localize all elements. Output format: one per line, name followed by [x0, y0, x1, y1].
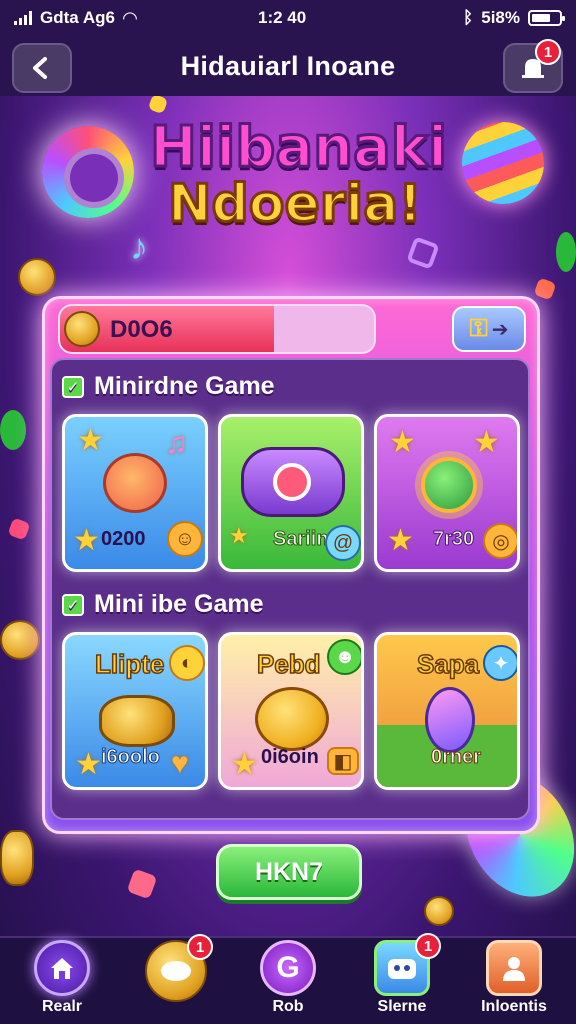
- leaf-decoration: [556, 232, 576, 272]
- gem-decoration: [406, 236, 440, 270]
- ball-icon: ◐: [169, 645, 205, 681]
- notification-badge: 1: [535, 39, 561, 65]
- star-icon: ★: [387, 524, 414, 557]
- gold-coin-character: [99, 695, 175, 747]
- leaf-decoration: [0, 410, 26, 450]
- monster-character: [103, 453, 167, 513]
- gamepad-face: [273, 463, 311, 501]
- gem-decoration: [147, 93, 169, 115]
- nav-label: Rob: [272, 998, 304, 1015]
- egg-character: [425, 687, 475, 753]
- page-title: Hidauiarl Inoane: [180, 50, 396, 81]
- green-face-icon: ☻: [327, 639, 361, 675]
- game-tile-controller[interactable]: ★ Sariin @: [218, 414, 364, 572]
- tool-icon: ✦: [483, 645, 517, 681]
- section-title: ✓ Mini ibe Game: [62, 590, 263, 619]
- music-note-icon: ♪: [130, 226, 148, 267]
- tile-value: 0rner: [430, 746, 482, 769]
- robot-icon: 1: [374, 933, 441, 996]
- nav-item-profile[interactable]: Inloentis: [474, 940, 554, 1022]
- section-title: ✓ Minirdne Game: [62, 372, 275, 401]
- swirl-icon: @: [325, 525, 361, 561]
- nav-item-coins[interactable]: 1: [136, 934, 216, 1022]
- bluetooth-icon: ᛒ: [463, 8, 474, 27]
- nav-label: Slerne: [377, 998, 427, 1015]
- game-tile-pebd[interactable]: Pebd ☻ ★ 0i6oin ◧: [218, 632, 364, 790]
- tile-value: Sariin: [273, 528, 330, 551]
- star-icon: ★: [77, 424, 104, 457]
- nav-badge: 1: [187, 934, 213, 960]
- game-tile-monster[interactable]: ★ ♫ ★ 0200 ☺: [62, 414, 208, 572]
- star-icon: ★: [231, 748, 258, 781]
- smiley-character: [255, 687, 329, 751]
- tile-value: 0i6oin: [261, 746, 319, 768]
- progress-bar: [58, 304, 376, 354]
- heart-icon: ♥: [171, 747, 189, 780]
- smiley-icon: ☺: [167, 521, 203, 557]
- home-icon: [34, 940, 90, 996]
- back-arrow-icon: [33, 57, 47, 79]
- signal-icon: [14, 11, 32, 25]
- coin-decoration: [0, 620, 40, 660]
- star-icon: ★: [389, 426, 416, 459]
- clock: 1:2 40: [258, 8, 307, 27]
- sun-character: [421, 457, 477, 513]
- coin-decoration: [424, 896, 454, 926]
- game-tile-llipte[interactable]: Llipte ◐ ★ ♥ i6oolo: [62, 632, 208, 790]
- arrow-right-icon: ➔: [491, 318, 509, 341]
- nav-label: Inloentis: [481, 998, 547, 1015]
- music-note-icon: ♫: [165, 427, 188, 460]
- tile-value: i6oolo: [101, 746, 161, 769]
- gem-decoration: [533, 277, 557, 301]
- play-button[interactable]: HKN7: [216, 844, 362, 900]
- nav-label: Realr: [41, 998, 83, 1015]
- nav-item-home[interactable]: Realr: [22, 940, 102, 1022]
- wifi-icon: ◠: [122, 7, 137, 28]
- nav-item-slerne[interactable]: 1 Slerne: [362, 933, 442, 1022]
- battery-icon: [528, 10, 565, 26]
- section-title-text: Mini ibe Game: [94, 590, 264, 618]
- game-tile-sapa[interactable]: Sapa ✦ 0rner: [374, 632, 520, 790]
- striped-ball-decoration: [462, 122, 544, 204]
- back-button[interactable]: [12, 43, 72, 93]
- nav-badge: 1: [415, 933, 441, 959]
- notifications-button[interactable]: 1: [503, 39, 563, 93]
- tile-value: 0200: [101, 528, 146, 550]
- star-icon: ★: [73, 524, 100, 557]
- section-title-text: Minirdne Game: [94, 372, 275, 400]
- key-button[interactable]: ⚿ ➔: [452, 306, 526, 352]
- coin-decoration: [0, 830, 34, 886]
- battery-percent: 5i8%: [481, 8, 520, 27]
- ticket-icon: ◧: [327, 747, 359, 775]
- gem-decoration: [126, 868, 158, 900]
- tile-value: 7r30: [432, 528, 475, 551]
- rainbow-ring-decoration: [42, 126, 134, 218]
- game-logo: Hiibanaki Ndoeria!: [149, 115, 449, 234]
- carrier-label: Gdta Ag6: [40, 8, 115, 27]
- star-icon: ★: [229, 523, 249, 548]
- nav-item-rob[interactable]: G Rob: [248, 940, 328, 1022]
- game-tile-sun[interactable]: ★ ★ ★ 7r30 ◎: [374, 414, 520, 572]
- coin-icon: 1: [145, 934, 213, 1002]
- check-icon: ✓: [62, 593, 84, 616]
- coin-decoration: [18, 258, 56, 296]
- status-bar: Gdta Ag6 ◠ 1:2 40 ᛒ 5i8%: [0, 0, 576, 36]
- star-icon: ★: [473, 426, 500, 459]
- coin-icon: ◎: [483, 523, 517, 559]
- logo-line-1: Hiibanaki: [149, 115, 449, 180]
- key-icon: ⚿: [469, 315, 488, 342]
- gem-decoration: [7, 517, 31, 541]
- logo-line-2: Ndoeria!: [166, 174, 423, 234]
- profile-icon: [486, 940, 542, 996]
- progress-label: D0O6: [110, 316, 173, 343]
- g-icon: G: [260, 940, 316, 996]
- top-app-bar: Hidauiarl Inoane: [0, 36, 576, 96]
- coin-icon: [64, 311, 100, 347]
- star-icon: ★: [75, 748, 102, 781]
- check-icon: ✓: [62, 375, 84, 398]
